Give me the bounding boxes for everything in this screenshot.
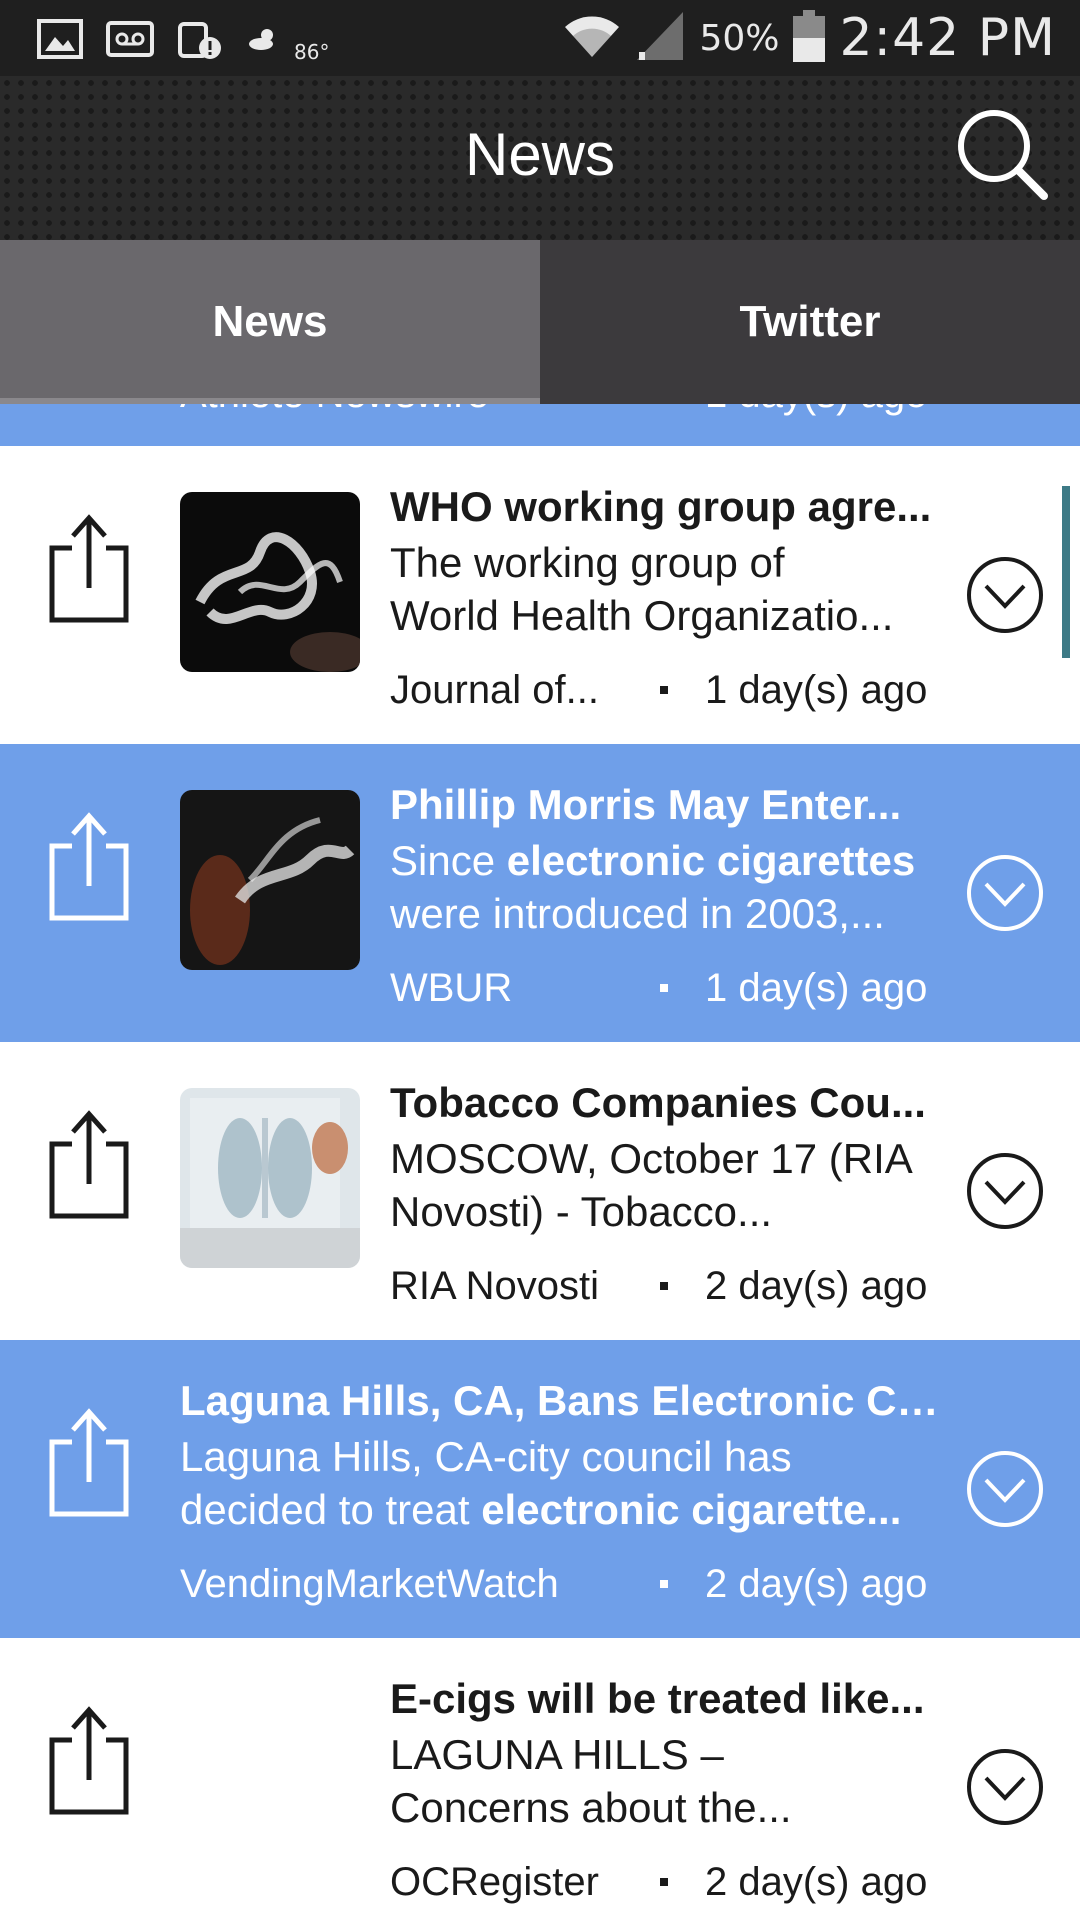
article-snippet: LAGUNA HILLS – Concerns about the... [390,1728,940,1834]
tab-news[interactable]: News [0,240,540,404]
article-meta: RIA Novosti 2 day(s) ago [390,1264,950,1316]
expand-button[interactable] [966,1152,1044,1230]
expand-button[interactable] [966,556,1044,634]
chevron-down-icon [967,1749,1043,1825]
share-icon [49,1706,129,1815]
list-item-partial[interactable]: Athlete Newswire · 1 day(s) ago [0,404,1080,446]
article-title: Tobacco Companies Cou... [390,1079,926,1126]
app-bar: News [0,76,1080,240]
article-thumbnail[interactable] [180,492,360,672]
weather-icon [246,16,282,62]
snippet-line: World Health Organizatio... [390,592,894,639]
chevron-down-icon [967,1153,1043,1229]
article-thumbnail[interactable] [180,790,360,970]
chevron-down-icon [967,557,1043,633]
item-source: RIA Novosti [390,1264,599,1308]
list-item[interactable]: WHO working group agre... The working gr… [0,446,1080,744]
item-time: 1 day(s) ago [705,404,927,417]
picture-icon [36,16,84,62]
snippet-line: decided to treat electronic cigarette... [180,1486,902,1533]
share-icon [49,1110,129,1219]
list-item[interactable]: Tobacco Companies Cou... MOSCOW, October… [0,1042,1080,1340]
snippet-line: Laguna Hills, CA-city council has [180,1433,792,1480]
separator-dot [660,1580,668,1588]
separator-dot: · [660,404,673,418]
tab-twitter[interactable]: Twitter [540,240,1080,404]
article-meta: Journal of... 1 day(s) ago [390,668,950,720]
item-time: 2 day(s) ago [705,1264,928,1308]
article-meta: OCRegister 2 day(s) ago [390,1860,950,1912]
item-time: 2 day(s) ago [705,1860,928,1904]
article-snippet: Laguna Hills, CA-city council has decide… [180,1430,940,1536]
snippet-line: The working group of [390,539,785,586]
signal-icon [635,10,685,66]
page-title: News [464,121,616,188]
list-item[interactable]: Phillip Morris May Enter... Since electr… [0,744,1080,1042]
search-button[interactable] [954,106,1050,202]
battery-percent: 50% [699,17,780,59]
clock-time: 2:42 PM [839,8,1056,68]
item-source: Athlete Newswire [180,404,489,417]
status-bar: 86° 50% 2:42 PM [0,0,1080,76]
snippet-line: were introduced in 2003,... [390,890,885,937]
list-item[interactable]: E-cigs will be treated like... LAGUNA HI… [0,1638,1080,1920]
separator-dot [660,1878,668,1886]
temperature-text: 86° [294,40,330,64]
item-time: 1 day(s) ago [705,966,928,1010]
item-time: 1 day(s) ago [705,668,928,712]
expand-button[interactable] [966,854,1044,932]
article-title: WHO working group agre... [390,483,932,530]
share-icon [49,1408,129,1517]
share-button[interactable] [48,1704,130,1816]
share-button[interactable] [48,1406,130,1518]
item-source: OCRegister [390,1860,599,1904]
snippet-line: Concerns about the... [390,1784,792,1831]
snippet-line: Since electronic cigarettes [390,837,916,884]
share-icon [49,812,129,921]
list-item[interactable]: Laguna Hills, CA, Bans Electronic Ci... … [0,1340,1080,1638]
share-icon [49,514,129,623]
share-button[interactable] [48,512,130,624]
article-title: E-cigs will be treated like... [390,1675,925,1722]
separator-dot [660,984,668,992]
tab-bar: News Twitter [0,240,1080,404]
snippet-line: MOSCOW, October 17 (RIA [390,1135,913,1182]
article-snippet: The working group of World Health Organi… [390,536,940,642]
article-snippet: MOSCOW, October 17 (RIA Novosti) - Tobac… [390,1132,940,1238]
watch-alert-icon [176,16,224,62]
item-source: Journal of... [390,668,600,712]
separator-dot [660,1282,668,1290]
snippet-line: Novosti) - Tobacco... [390,1188,773,1235]
item-time: 2 day(s) ago [705,1562,928,1606]
article-snippet: Since electronic cigarettes were introdu… [390,834,940,940]
article-meta: VendingMarketWatch 2 day(s) ago [180,1562,950,1614]
search-icon [958,110,1048,200]
snippet-line: LAGUNA HILLS – [390,1731,724,1778]
wifi-icon [563,13,621,63]
item-source: VendingMarketWatch [180,1562,559,1606]
scrollbar[interactable] [1062,486,1070,658]
share-button[interactable] [48,810,130,922]
article-title: Phillip Morris May Enter... [390,781,902,828]
share-button[interactable] [48,1108,130,1220]
expand-button[interactable] [966,1450,1044,1528]
news-list[interactable]: Athlete Newswire · 1 day(s) ago WHO work… [0,404,1080,1920]
article-thumbnail[interactable] [180,1088,360,1268]
battery-icon [793,10,826,66]
article-title: Laguna Hills, CA, Bans Electronic Ci... [180,1377,940,1424]
voicemail-icon [106,16,154,62]
expand-button[interactable] [966,1748,1044,1826]
article-meta: WBUR 1 day(s) ago [390,966,950,1018]
chevron-down-icon [967,1451,1043,1527]
separator-dot [660,686,668,694]
item-source: WBUR [390,966,513,1010]
chevron-down-icon [967,855,1043,931]
